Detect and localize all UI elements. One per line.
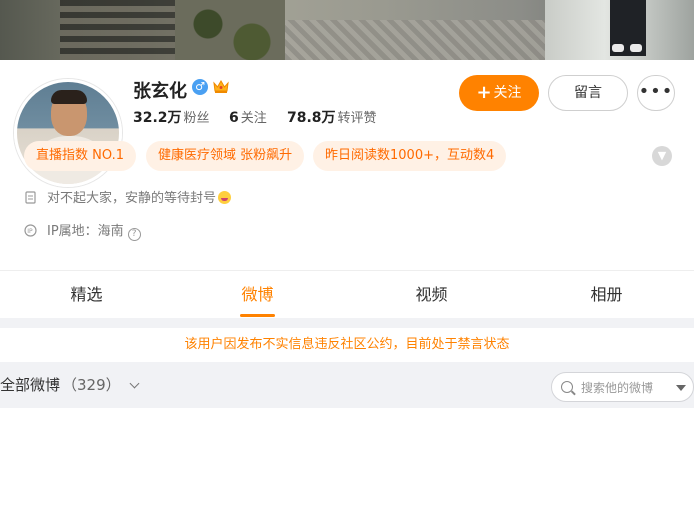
tag-reads-interactions[interactable]: 昨日阅读数1000+，互动数4 bbox=[313, 141, 507, 171]
stat-label: 转评赞 bbox=[337, 111, 377, 126]
stat-following[interactable]: 6 关注 bbox=[229, 107, 267, 126]
feed-post-count: （329） bbox=[62, 376, 121, 394]
tab-albums[interactable]: 相册 bbox=[520, 271, 693, 319]
cover-plants bbox=[175, 0, 285, 60]
feed-filter-bar: 全部微博 （329） bbox=[0, 362, 694, 408]
stat-value: 6 bbox=[229, 110, 239, 126]
search-icon bbox=[561, 381, 573, 393]
more-dots-icon: ••• bbox=[638, 81, 674, 102]
message-button[interactable]: 留言 bbox=[548, 75, 628, 111]
crying-face-icon bbox=[218, 191, 232, 204]
stat-value: 78.8万 bbox=[287, 110, 336, 126]
active-tab-indicator bbox=[240, 314, 275, 317]
ip-location-text: IP属地：海南 bbox=[47, 224, 124, 239]
cover-shoe bbox=[612, 44, 624, 52]
feed-filter-dropdown[interactable]: 全部微博 （329） bbox=[0, 362, 140, 408]
stat-label: 关注 bbox=[240, 111, 267, 126]
profile-card: 张玄化 ♂ 32.2万 粉丝 6 关注 78.8万 转评赞 + 关注 留言 ••• 直播… bbox=[0, 60, 694, 270]
tag-live-index[interactable]: 直播指数 NO.1 bbox=[24, 141, 136, 171]
search-box[interactable] bbox=[551, 372, 694, 402]
tab-weibo[interactable]: 微博 bbox=[171, 271, 344, 319]
follow-label: 关注 bbox=[493, 85, 522, 101]
follow-button[interactable]: + 关注 bbox=[459, 75, 539, 111]
caret-down-icon[interactable] bbox=[676, 385, 686, 391]
tag-health-domain[interactable]: 健康医疗领域 张粉飙升 bbox=[146, 141, 305, 171]
bio-text: 对不起大家，安静的等待封号 bbox=[47, 191, 217, 206]
ip-location-row: IP IP属地：海南? bbox=[24, 220, 141, 241]
chevron-down-icon bbox=[129, 378, 140, 389]
crown-icon[interactable] bbox=[212, 78, 230, 94]
stat-followers[interactable]: 32.2万 粉丝 bbox=[133, 107, 210, 127]
svg-text:IP: IP bbox=[27, 228, 33, 235]
bio-row: 对不起大家，安静的等待封号 bbox=[24, 187, 232, 206]
plus-icon: + bbox=[476, 82, 492, 103]
avatar-hair bbox=[51, 90, 87, 104]
profile-tabs: 精选 微博 视频 相册 bbox=[0, 270, 694, 318]
help-icon[interactable]: ? bbox=[127, 228, 141, 241]
cover-photo bbox=[0, 0, 694, 60]
male-icon: ♂ bbox=[192, 79, 208, 95]
tab-featured[interactable]: 精选 bbox=[0, 271, 173, 319]
document-icon bbox=[25, 191, 36, 204]
section-divider bbox=[0, 318, 694, 328]
tab-videos[interactable]: 视频 bbox=[345, 271, 518, 319]
location-ip-icon: IP bbox=[24, 224, 37, 237]
stat-label: 粉丝 bbox=[183, 111, 210, 126]
more-options-button[interactable]: ••• bbox=[637, 75, 675, 111]
feed-filter-label: 全部微博 bbox=[0, 376, 61, 394]
profile-name: 张玄化 bbox=[133, 81, 187, 102]
stat-reposts-comments-likes[interactable]: 78.8万 转评赞 bbox=[287, 107, 377, 127]
search-input[interactable] bbox=[581, 378, 669, 398]
chevron-down-icon[interactable]: ▼ bbox=[652, 146, 672, 166]
ban-notice: 该用户因发布不实信息违反社区公约，目前处于禁言状态 bbox=[0, 328, 694, 362]
cover-pavement bbox=[285, 20, 555, 60]
stat-value: 32.2万 bbox=[133, 110, 182, 126]
cover-shoe bbox=[630, 44, 642, 52]
